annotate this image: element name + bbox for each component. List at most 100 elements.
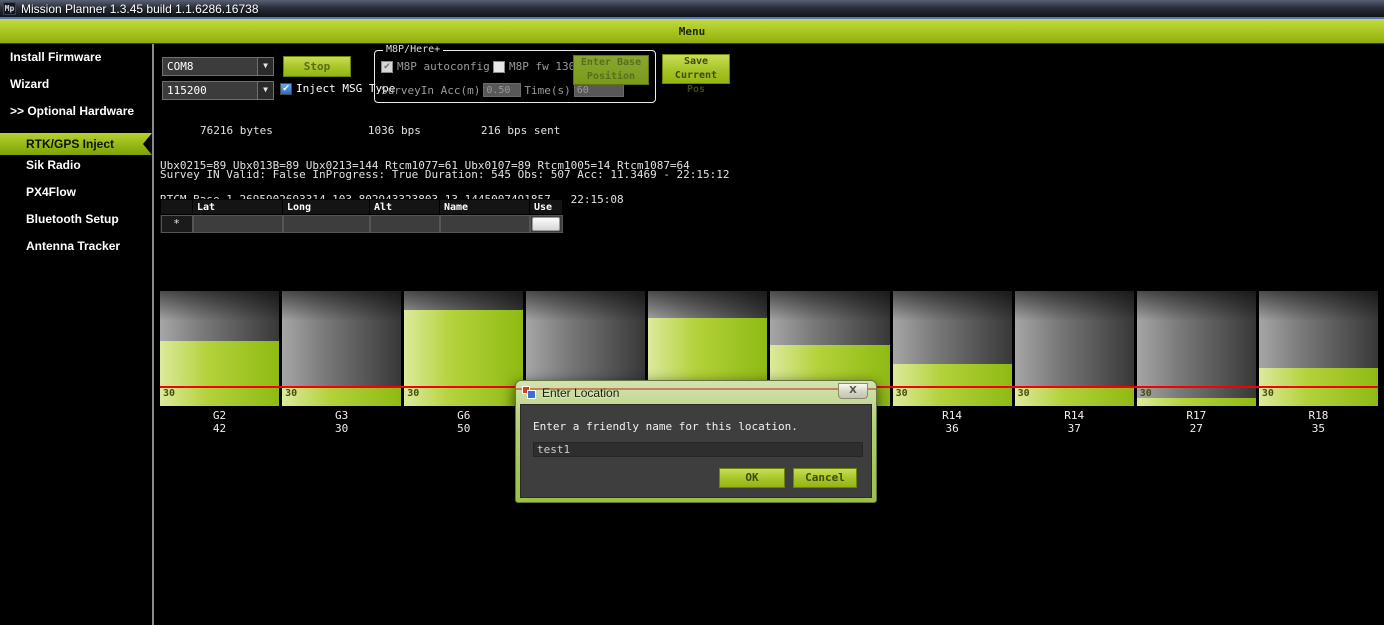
threshold-label: 30 [1140, 388, 1152, 399]
cell-name[interactable] [440, 215, 530, 233]
satellite-name: R18 [1259, 409, 1378, 422]
column-header-alt[interactable]: Alt [370, 200, 440, 215]
cell-long[interactable] [283, 215, 370, 233]
satellite-snr-value: 35 [1259, 422, 1378, 435]
snr-bar-panel: 30 [282, 291, 401, 406]
enter-base-line1: Enter Base [574, 56, 648, 70]
m8p-fw-label: M8P fw 130+ [509, 60, 582, 73]
chevron-down-icon[interactable]: ▼ [257, 58, 273, 75]
satellite-snr-value: 27 [1137, 422, 1256, 435]
window-title: Mission Planner 1.3.45 build 1.1.6286.16… [21, 2, 259, 16]
surveyin-acc-input[interactable] [483, 83, 521, 97]
satellite-name: R14 [893, 409, 1012, 422]
snr-bar-panel: 30 [893, 291, 1012, 406]
row-selector-cell[interactable]: * [161, 215, 193, 233]
snr-bar-R14: 30 R1437 [1015, 291, 1134, 451]
sidebar-item-sik-radio[interactable]: Sik Radio [0, 158, 152, 185]
baud-rate-select[interactable]: 115200 ▼ [162, 81, 274, 100]
satellite-name: G3 [282, 409, 401, 422]
threshold-label: 30 [1018, 388, 1030, 399]
dialog-title: Enter Location [542, 386, 619, 400]
snr-bar-G2: 30 G242 [160, 291, 279, 451]
cell-lat[interactable] [193, 215, 283, 233]
satellite-name: R17 [1137, 409, 1256, 422]
save-current-pos-button[interactable]: Save Current Pos [662, 54, 730, 84]
dialog-titlebar[interactable]: Enter Location X [516, 381, 876, 404]
dialog-message: Enter a friendly name for this location. [533, 420, 798, 433]
stats-rates-line: 76216 bytes 1036 bps 216 bps sent [160, 125, 690, 137]
cancel-button[interactable]: Cancel [793, 468, 857, 488]
chevron-down-icon[interactable]: ▼ [257, 82, 273, 99]
satellite-snr-value: 42 [160, 422, 279, 435]
column-header-long[interactable]: Long [283, 200, 370, 215]
snr-bar-G3: 30G330 [282, 291, 401, 451]
main-panel: COM8 ▼ Stop 115200 ▼ ✔ Inject MSG Type M… [154, 44, 1384, 625]
sidebar-item-rtk-gps-inject[interactable]: RTK/GPS Inject [0, 133, 152, 155]
satellite-snr-value: 37 [1015, 422, 1134, 435]
sidebar-item-px4flow[interactable]: PX4Flow [0, 185, 152, 212]
sidebar-item-optional-hardware[interactable]: >> Optional Hardware [0, 104, 152, 131]
close-icon[interactable]: X [838, 383, 868, 399]
window-titlebar[interactable]: Mp Mission Planner 1.3.45 build 1.1.6286… [0, 0, 1384, 17]
column-header-lat[interactable]: Lat [193, 200, 283, 215]
satellite-name: G2 [160, 409, 279, 422]
satellite-snr-value: 50 [404, 422, 523, 435]
m8p-group-label: M8P/Here+ [383, 44, 443, 55]
menu-bar[interactable]: Menu [0, 17, 1384, 44]
snr-bar-fill [893, 364, 1012, 406]
m8p-autoconfig-row[interactable]: ✔ M8P autoconfig [381, 60, 490, 73]
snr-bar-fill [1137, 398, 1256, 406]
column-header-use[interactable]: Use [530, 200, 563, 215]
sidebar: Install FirmwareWizard>> Optional Hardwa… [0, 44, 152, 625]
cell-alt[interactable] [370, 215, 440, 233]
time-input[interactable] [574, 83, 624, 97]
com-port-value: COM8 [167, 60, 194, 73]
locations-table: LatLongAltNameUse * [160, 199, 563, 233]
threshold-label: 30 [285, 388, 297, 399]
table-row: * [161, 215, 563, 233]
snr-bar-R18: 30 R1835 [1259, 291, 1378, 451]
threshold-label: 30 [1262, 388, 1274, 399]
location-name-input[interactable] [533, 442, 863, 457]
satellite-name: R14 [1015, 409, 1134, 422]
enter-base-position-button[interactable]: Enter Base Position [573, 55, 649, 85]
snr-bar-panel: 30 [404, 291, 523, 406]
m8p-groupbox: M8P/Here+ ✔ M8P autoconfig M8P fw 130+ S… [374, 50, 656, 103]
snr-bar-fill [282, 387, 401, 406]
app-window: Mp Mission Planner 1.3.45 build 1.1.6286… [0, 0, 1384, 625]
sidebar-item-wizard[interactable]: Wizard [0, 77, 152, 104]
stats-bps: 1036 bps [368, 125, 421, 137]
snr-bar-G6: 30 G650 [404, 291, 523, 451]
ok-button[interactable]: OK [719, 468, 785, 488]
threshold-label: 30 [407, 388, 419, 399]
enter-location-dialog: Enter Location X Enter a friendly name f… [515, 380, 877, 503]
satellite-name: G6 [404, 409, 523, 422]
snr-bar-panel: 30 [160, 291, 279, 406]
threshold-label: 30 [163, 388, 175, 399]
column-header-name[interactable]: Name [440, 200, 530, 215]
snr-bar-R17: 30 R1727 [1137, 291, 1256, 451]
sidebar-item-install-firmware[interactable]: Install Firmware [0, 50, 152, 77]
stats-bps-sent: 216 bps sent [481, 125, 560, 137]
sidebar-item-bluetooth-setup[interactable]: Bluetooth Setup [0, 212, 152, 239]
m8p-fw-row[interactable]: M8P fw 130+ [493, 60, 582, 73]
baud-rate-value: 115200 [167, 84, 207, 97]
stop-button[interactable]: Stop [283, 56, 351, 77]
snr-bar-fill [404, 310, 523, 406]
time-label: Time(s) [524, 84, 570, 97]
snr-bar-panel: 30 [1137, 291, 1256, 406]
use-button[interactable] [532, 217, 560, 231]
row-selector-header [161, 200, 193, 215]
cell-use[interactable] [530, 215, 563, 233]
survey-status: Survey IN Valid: False InProgress: True … [160, 168, 730, 181]
inject-msg-checkbox[interactable]: ✔ [280, 83, 292, 95]
snr-bar-panel: 30 [1259, 291, 1378, 406]
com-port-select[interactable]: COM8 ▼ [162, 57, 274, 76]
winform-icon [522, 386, 536, 399]
sidebar-item-antenna-tracker[interactable]: Antenna Tracker [0, 239, 152, 266]
menu-label[interactable]: Menu [679, 25, 706, 38]
stats-bytes: 76216 bytes [200, 125, 273, 137]
m8p-fw-checkbox[interactable] [493, 61, 505, 73]
snr-bar-panel: 30 [1015, 291, 1134, 406]
m8p-autoconfig-checkbox[interactable]: ✔ [381, 61, 393, 73]
